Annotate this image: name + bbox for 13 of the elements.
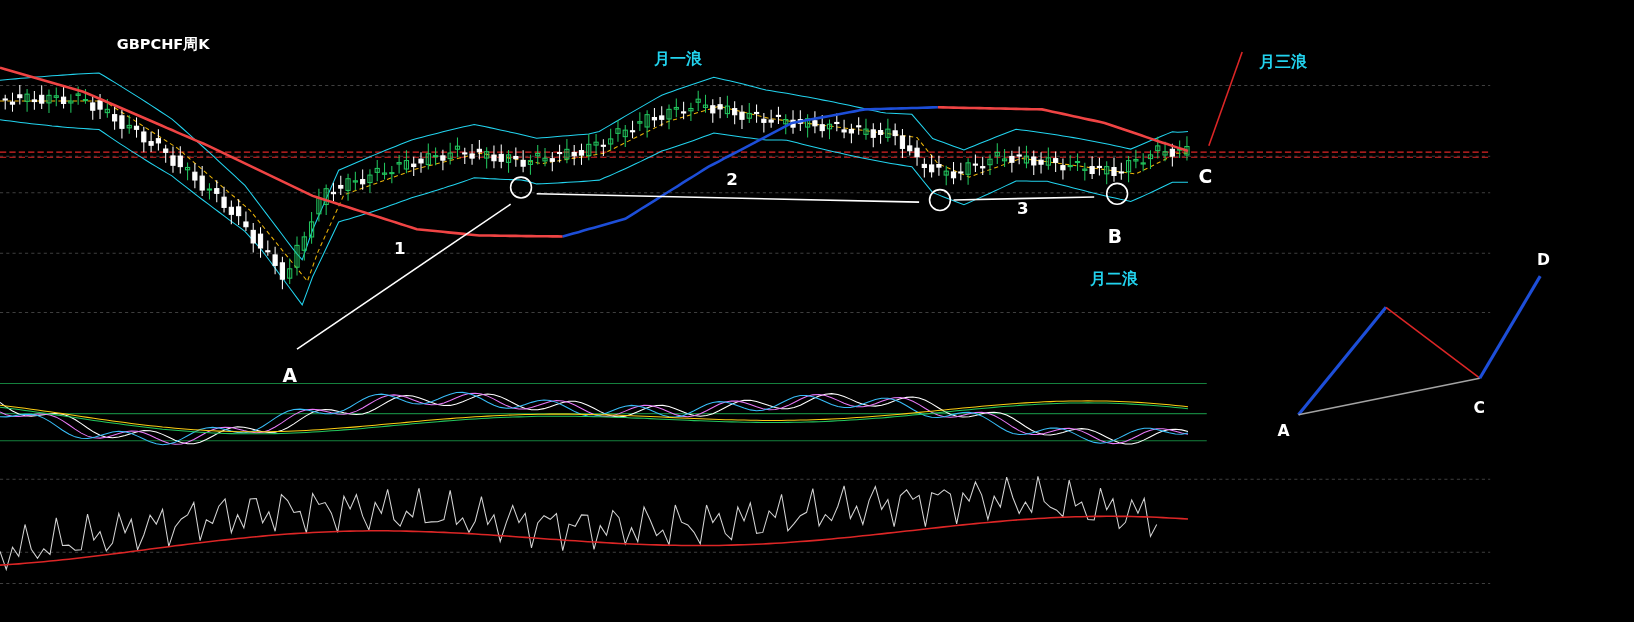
diagram-label: D [1537, 250, 1551, 269]
chart-label: 月三浪 [1258, 52, 1307, 71]
chart-label: C [1198, 166, 1213, 188]
chart-label: 月一浪 [654, 49, 703, 68]
chart-label: 3 [1017, 198, 1029, 218]
chart-label: A [282, 365, 297, 387]
chart-label: 2 [726, 170, 738, 190]
diagram-label: C [1473, 398, 1485, 417]
diagram-label: A [1277, 421, 1290, 440]
chart-label: 1 [393, 239, 406, 259]
chart-title: GBPCHF周K [116, 34, 210, 52]
chart-label: 月二浪 [1090, 270, 1139, 289]
chart-label: B [1107, 225, 1123, 247]
